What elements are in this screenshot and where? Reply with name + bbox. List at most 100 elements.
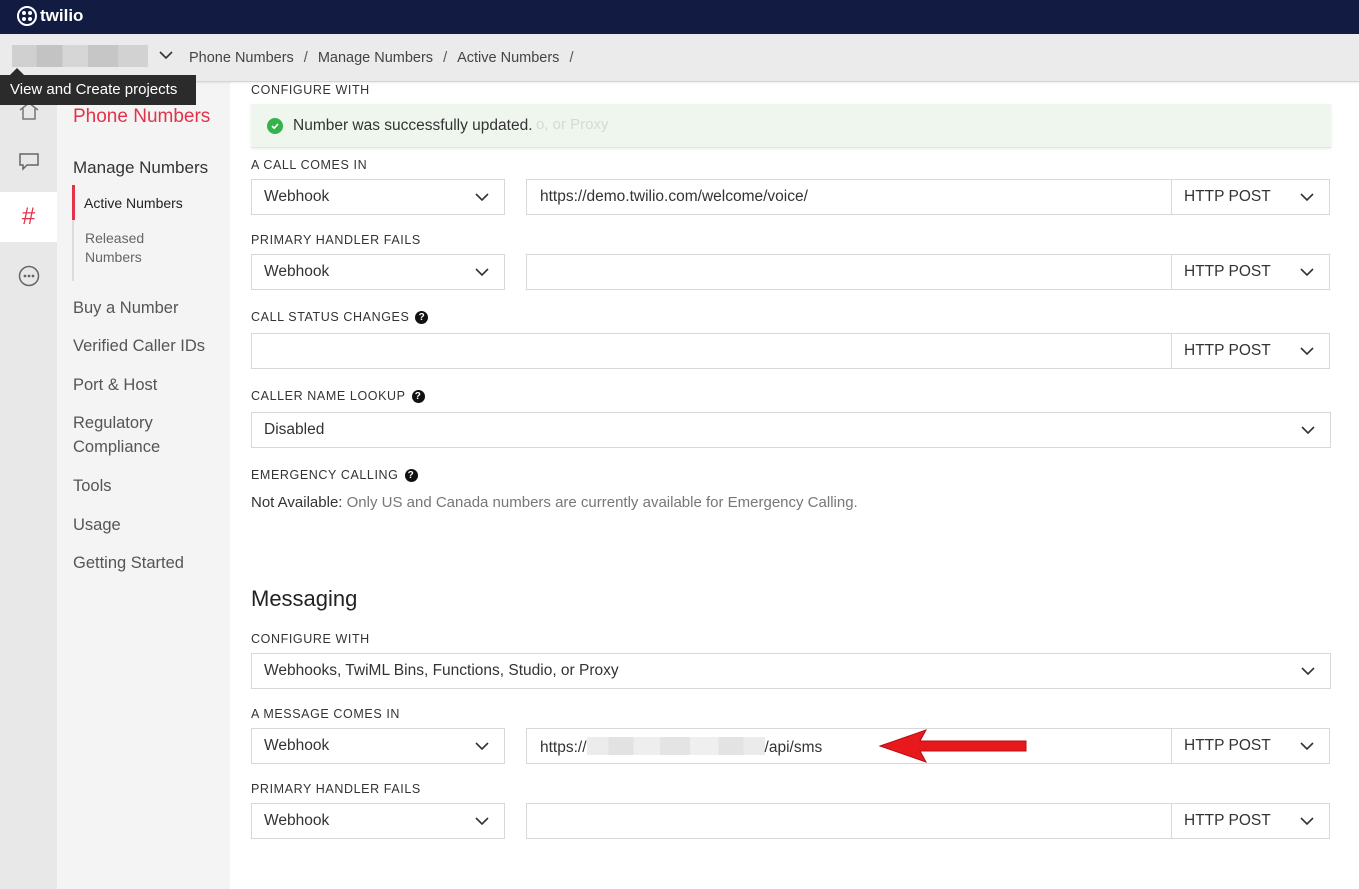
message-in-url-prefix: https://: [540, 739, 587, 756]
top-bar: twilio: [0, 0, 1359, 34]
emergency-note: Not Available: Only US and Canada number…: [251, 494, 858, 511]
chevron-down-icon: [1300, 193, 1314, 202]
messaging-fail-label: PRIMARY HANDLER FAILS: [251, 782, 421, 796]
chevron-down-icon: [475, 742, 489, 751]
voice-configure-label: CONFIGURE WITH: [251, 83, 370, 97]
message-in-method-select[interactable]: HTTP POST: [1171, 728, 1330, 764]
messaging-configure-label: CONFIGURE WITH: [251, 632, 370, 646]
call-in-type-select[interactable]: Webhook: [251, 179, 505, 215]
call-status-url-input[interactable]: [251, 333, 1172, 369]
messaging-fail-method-value: HTTP POST: [1184, 812, 1271, 829]
twilio-logo-icon: [17, 6, 37, 26]
project-chevron-down-icon[interactable]: [158, 49, 174, 61]
chevron-down-icon: [475, 268, 489, 277]
projects-tooltip: View and Create projects: [0, 75, 196, 105]
call-status-label: CALL STATUS CHANGES ?: [251, 310, 429, 324]
call-in-label: A CALL COMES IN: [251, 158, 368, 172]
call-in-url-input[interactable]: https://demo.twilio.com/welcome/voice/: [526, 179, 1172, 215]
call-status-method-value: HTTP POST: [1184, 342, 1271, 359]
messaging-section-title: Messaging: [251, 586, 358, 611]
caller-lookup-select[interactable]: Disabled: [251, 412, 1331, 448]
sidebar-item-verified-caller-ids[interactable]: Verified Caller IDs: [73, 334, 205, 358]
sidebar-item-released-numbers[interactable]: Released Numbers: [74, 220, 154, 281]
brand-name: twilio: [40, 6, 84, 25]
call-in-type-value: Webhook: [264, 188, 330, 205]
call-status-label-text: CALL STATUS CHANGES: [251, 310, 410, 324]
messaging-fail-type-value: Webhook: [264, 812, 330, 829]
call-in-method-select[interactable]: HTTP POST: [1171, 179, 1330, 215]
caller-lookup-value: Disabled: [264, 421, 325, 438]
message-in-type-value: Webhook: [264, 737, 330, 754]
rail-more[interactable]: [0, 251, 57, 301]
call-in-method-value: HTTP POST: [1184, 188, 1271, 205]
messaging-fail-method-select[interactable]: HTTP POST: [1171, 803, 1330, 839]
chevron-down-icon: [1300, 347, 1314, 356]
sidebar-subnav: Active Numbers Released Numbers: [72, 185, 222, 281]
project-name-redacted[interactable]: [12, 45, 148, 67]
caller-lookup-label-text: CALLER NAME LOOKUP: [251, 389, 406, 403]
voice-fail-method-select[interactable]: HTTP POST: [1171, 254, 1330, 290]
twilio-logo[interactable]: twilio: [17, 5, 83, 27]
sidebar-item-tools[interactable]: Tools: [73, 474, 112, 498]
breadcrumb-phone-numbers[interactable]: Phone Numbers: [189, 50, 294, 66]
call-in-url-value: https://demo.twilio.com/welcome/voice/: [540, 188, 808, 205]
icon-rail: #: [0, 82, 57, 889]
voice-fail-label: PRIMARY HANDLER FAILS: [251, 233, 421, 247]
main-content: CONFIGURE WITH o, or Proxy Number was su…: [251, 82, 1331, 889]
rail-phone-numbers[interactable]: #: [0, 192, 57, 242]
voice-fail-url-input[interactable]: [526, 254, 1172, 290]
messaging-fail-type-select[interactable]: Webhook: [251, 803, 505, 839]
messaging-configure-value: Webhooks, TwiML Bins, Functions, Studio,…: [264, 662, 619, 679]
breadcrumb-separator: /: [443, 50, 448, 66]
url-redacted: [586, 737, 765, 755]
message-in-type-select[interactable]: Webhook: [251, 728, 505, 764]
chat-icon: [18, 153, 39, 171]
chevron-down-icon: [1300, 268, 1314, 277]
breadcrumb-manage-numbers[interactable]: Manage Numbers: [318, 50, 433, 66]
sidebar-item-regulatory-compliance[interactable]: Regulatory Compliance: [73, 411, 203, 459]
chevron-down-icon: [475, 817, 489, 826]
message-in-url-input[interactable]: https:// /api/sms: [526, 728, 1172, 764]
chevron-down-icon: [1300, 742, 1314, 751]
sidebar-item-active-numbers[interactable]: Active Numbers: [72, 185, 222, 220]
emergency-note-prefix: Not Available:: [251, 494, 343, 511]
call-status-method-select[interactable]: HTTP POST: [1171, 333, 1330, 369]
tooltip-arrow: [10, 68, 24, 75]
help-icon[interactable]: ?: [404, 468, 418, 482]
sidebar-item-getting-started[interactable]: Getting Started: [73, 551, 184, 575]
voice-fail-type-value: Webhook: [264, 263, 330, 280]
chevron-down-icon: [475, 193, 489, 202]
breadcrumb-active-numbers[interactable]: Active Numbers: [457, 50, 559, 66]
success-toast: o, or Proxy Number was successfully upda…: [251, 104, 1331, 148]
breadcrumb-separator: /: [303, 50, 308, 66]
sidebar-title[interactable]: Phone Numbers: [73, 106, 210, 128]
sidebar-section-manage-numbers[interactable]: Manage Numbers: [73, 158, 208, 178]
emergency-note-text: Only US and Canada numbers are currently…: [346, 494, 858, 511]
voice-fail-type-select[interactable]: Webhook: [251, 254, 505, 290]
success-check-icon: [267, 117, 283, 134]
sidebar-item-buy-a-number[interactable]: Buy a Number: [73, 296, 178, 320]
sidebar-item-port-host[interactable]: Port & Host: [73, 373, 157, 397]
messaging-configure-select[interactable]: Webhooks, TwiML Bins, Functions, Studio,…: [251, 653, 1331, 689]
message-in-label: A MESSAGE COMES IN: [251, 707, 401, 721]
breadcrumb-separator: /: [569, 50, 574, 66]
help-icon[interactable]: ?: [411, 389, 425, 403]
chevron-down-icon: [1300, 817, 1314, 826]
toast-underlying-select-text: o, or Proxy: [536, 116, 609, 133]
annotation-arrow-icon: [878, 729, 1027, 763]
breadcrumb: Phone Numbers / Manage Numbers / Active …: [189, 50, 573, 66]
breadcrumb-bar: Phone Numbers / Manage Numbers / Active …: [0, 34, 1359, 82]
emergency-label-text: EMERGENCY CALLING: [251, 468, 399, 482]
chevron-down-icon: [1301, 667, 1315, 676]
help-icon[interactable]: ?: [415, 310, 429, 324]
message-in-url-suffix: /api/sms: [764, 739, 823, 756]
rail-messaging[interactable]: [0, 137, 57, 187]
messaging-fail-url-input[interactable]: [526, 803, 1172, 839]
caller-lookup-label: CALLER NAME LOOKUP ?: [251, 389, 425, 403]
sidebar-item-usage[interactable]: Usage: [73, 513, 121, 537]
sidebar: Phone Numbers Manage Numbers Active Numb…: [57, 82, 230, 889]
emergency-label: EMERGENCY CALLING ?: [251, 468, 418, 482]
toast-message: Number was successfully updated.: [293, 116, 533, 134]
message-in-method-value: HTTP POST: [1184, 737, 1271, 754]
voice-fail-method-value: HTTP POST: [1184, 263, 1271, 280]
